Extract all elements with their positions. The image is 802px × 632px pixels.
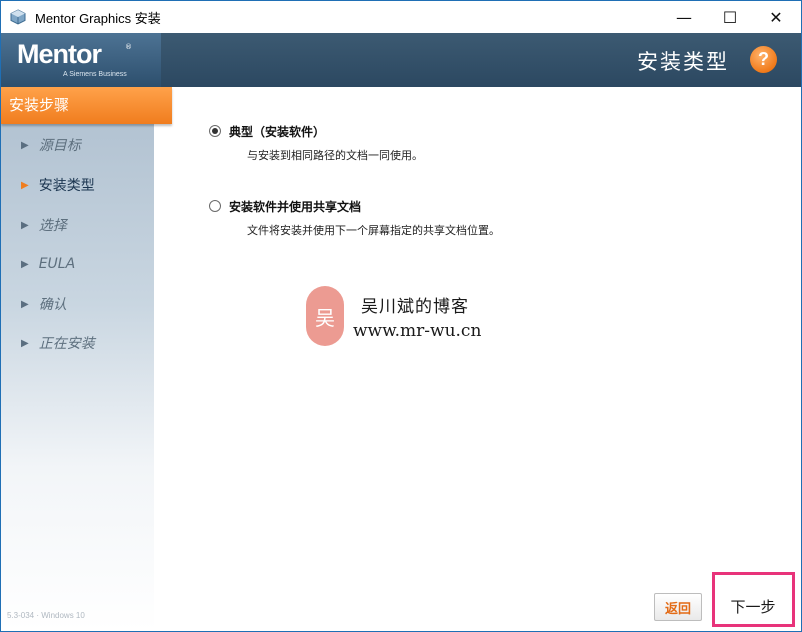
step-item-active: ▶ 安装类型 (21, 175, 95, 195)
step-label: EULA (38, 256, 76, 272)
minimize-icon: — (676, 7, 692, 27)
next-button[interactable]: 下一步 (721, 593, 785, 619)
watermark-url: www.mr-wu.cn (353, 321, 482, 341)
logo-subtitle: A Siemens Business (63, 71, 127, 78)
help-button[interactable]: ? (750, 46, 777, 73)
close-icon: ✕ (769, 7, 783, 27)
step-item: ▶ EULA (21, 254, 75, 274)
step-label: 选择 (38, 218, 67, 234)
title-bar: Mentor Graphics 安装 — ☐ ✕ (1, 1, 801, 33)
step-label: 源目标 (38, 138, 81, 154)
maximize-icon: ☐ (722, 7, 738, 27)
option-description: 与安装到相同路径的文档一同使用。 (247, 149, 423, 162)
step-arrow-icon: ▶ (21, 298, 29, 310)
step-item: ▶ 正在安装 (21, 333, 95, 353)
radio-button[interactable] (209, 125, 221, 137)
step-arrow-icon: ▶ (21, 139, 29, 151)
option-label[interactable]: 安装软件并使用共享文档 (229, 198, 361, 215)
installer-window: Mentor Graphics 安装 — ☐ ✕ Mentor ® A Siem… (0, 0, 802, 632)
logo: Mentor ® A Siemens Business (1, 33, 161, 87)
option-description: 文件将安装并使用下一个屏幕指定的共享文档位置。 (247, 224, 500, 237)
step-label: 确认 (38, 297, 67, 313)
close-button[interactable]: ✕ (753, 1, 799, 33)
help-icon: ? (758, 49, 769, 69)
step-label: 安装类型 (38, 178, 95, 194)
step-item: ▶ 源目标 (21, 135, 81, 155)
option-label[interactable]: 典型（安装软件） (229, 123, 325, 140)
maximize-button[interactable]: ☐ (707, 1, 753, 33)
sidebar-heading: 安装步骤 (1, 87, 172, 124)
step-item: ▶ 选择 (21, 215, 67, 235)
watermark-title: 吴川斌的博客 (361, 297, 469, 317)
steps-sidebar: 安装步骤 ▶ 源目标 ▶ 安装类型 ▶ 选择 ▶ EULA ▶ 确认 ▶ 正在安… (1, 87, 172, 631)
step-arrow-icon: ▶ (21, 179, 29, 191)
page-title: 安装类型 (637, 50, 729, 74)
back-button[interactable]: 返回 (654, 593, 702, 621)
watermark-logo: 吴 (306, 286, 344, 346)
radio-button[interactable] (209, 200, 221, 212)
step-item: ▶ 确认 (21, 294, 67, 314)
step-label: 正在安装 (38, 336, 95, 352)
window-title: Mentor Graphics 安装 (35, 11, 161, 26)
logo-text: Mentor (17, 39, 102, 69)
watermark-badge-text: 吴 (315, 305, 335, 330)
version-text: 5.3-034 · Windows 10 (7, 611, 85, 620)
step-arrow-icon: ▶ (21, 258, 29, 270)
app-icon (10, 9, 26, 25)
logo-trademark: ® (125, 43, 132, 51)
minimize-button[interactable]: — (661, 1, 707, 33)
step-arrow-icon: ▶ (21, 337, 29, 349)
header-banner: Mentor ® A Siemens Business 安装类型 ? (1, 33, 801, 87)
step-arrow-icon: ▶ (21, 219, 29, 231)
